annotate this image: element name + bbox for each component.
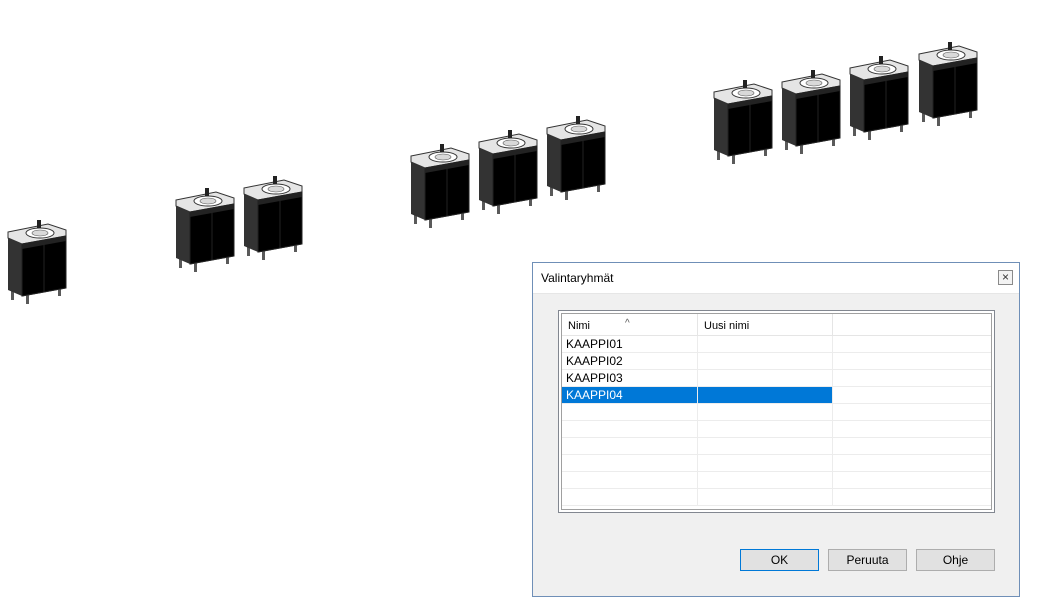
empty-row <box>562 421 991 438</box>
vanity-cabinet-kaappi04[interactable] <box>713 79 773 165</box>
table-row[interactable]: KAAPPI03 <box>562 370 991 387</box>
cell-name <box>562 438 698 454</box>
vanity-cabinet-kaappi01[interactable] <box>7 219 67 305</box>
cell-new-name[interactable] <box>698 353 833 369</box>
dialog-titlebar[interactable]: Valintaryhmät × <box>533 263 1019 294</box>
vanity-cabinet-kaappi03[interactable] <box>410 143 470 229</box>
empty-row <box>562 404 991 421</box>
column-header-name[interactable]: ^ Nimi <box>562 314 698 336</box>
empty-row <box>562 438 991 455</box>
empty-row <box>562 489 991 506</box>
cell-name <box>562 489 698 505</box>
sort-ascending-icon: ^ <box>625 318 630 329</box>
close-icon[interactable]: × <box>998 270 1013 285</box>
table-row[interactable]: KAAPPI02 <box>562 353 991 370</box>
vanity-cabinet-kaappi02[interactable] <box>175 187 235 273</box>
cell-new-name <box>698 421 833 437</box>
cell-new-name <box>698 455 833 471</box>
vanity-cabinet-kaappi02[interactable] <box>243 175 303 261</box>
cell-name[interactable]: KAAPPI04 <box>562 387 698 403</box>
grid-header-row: ^ Nimi Uusi nimi <box>562 314 991 336</box>
cell-name <box>562 421 698 437</box>
vanity-cabinet-kaappi03[interactable] <box>478 129 538 215</box>
cell-new-name[interactable] <box>698 336 833 352</box>
cell-new-name[interactable] <box>698 387 833 403</box>
cell-new-name[interactable] <box>698 370 833 386</box>
vanity-cabinet-kaappi04[interactable] <box>781 69 841 155</box>
cell-new-name <box>698 489 833 505</box>
cell-name <box>562 455 698 471</box>
empty-row <box>562 455 991 472</box>
cell-name <box>562 472 698 488</box>
groups-grid[interactable]: ^ Nimi Uusi nimi KAAPPI01 KAAPPI02 KAAPPI0… <box>558 310 995 513</box>
dialog-title: Valintaryhmät <box>541 271 614 285</box>
column-header-new-name-label: Uusi nimi <box>704 320 750 332</box>
cell-new-name <box>698 438 833 454</box>
help-button[interactable]: Ohje <box>916 549 995 571</box>
column-header-new-name[interactable]: Uusi nimi <box>698 314 833 336</box>
selection-groups-dialog: Valintaryhmät × ^ Nimi Uusi nimi KAAPPI0… <box>532 262 1020 597</box>
groups-grid-body: ^ Nimi Uusi nimi KAAPPI01 KAAPPI02 KAAPPI0… <box>561 313 992 510</box>
vanity-cabinet-kaappi03[interactable] <box>546 115 606 201</box>
table-row[interactable]: KAAPPI04 <box>562 387 991 404</box>
cell-name[interactable]: KAAPPI03 <box>562 370 698 386</box>
ok-button[interactable]: OK <box>740 549 819 571</box>
cell-new-name <box>698 472 833 488</box>
column-header-name-label: Nimi <box>568 320 590 332</box>
cell-new-name <box>698 404 833 420</box>
cell-name[interactable]: KAAPPI02 <box>562 353 698 369</box>
cell-name <box>562 404 698 420</box>
cell-name[interactable]: KAAPPI01 <box>562 336 698 352</box>
vanity-cabinet-kaappi04[interactable] <box>849 55 909 141</box>
empty-row <box>562 472 991 489</box>
table-row[interactable]: KAAPPI01 <box>562 336 991 353</box>
cancel-button[interactable]: Peruuta <box>828 549 907 571</box>
vanity-cabinet-kaappi04[interactable] <box>918 41 978 127</box>
